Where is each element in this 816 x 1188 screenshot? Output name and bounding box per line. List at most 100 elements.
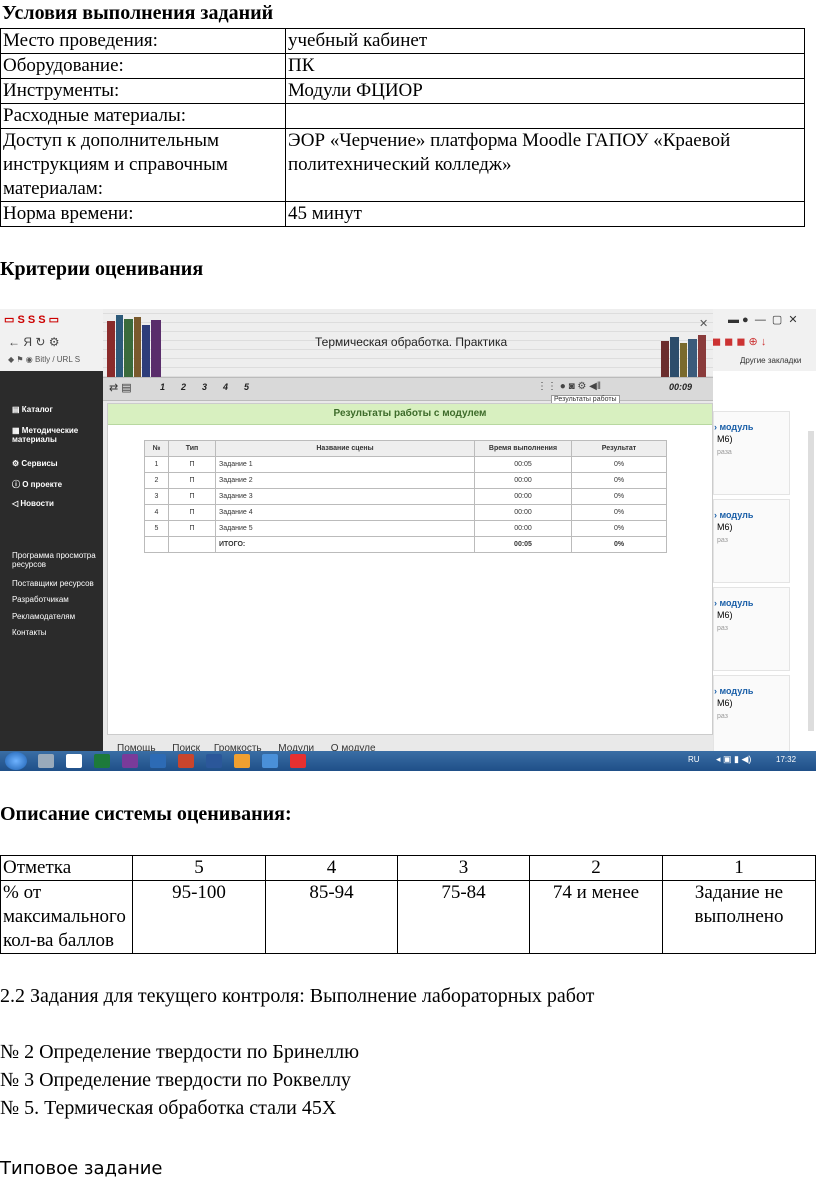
nav-buttons[interactable]: ← Я ↻ ⚙ [8, 335, 59, 349]
menu-label: Новости [20, 499, 54, 508]
cell: 00:00 [474, 520, 572, 537]
menu-catalog[interactable]: ▤ Каталог [12, 405, 53, 414]
cell: 4 [144, 504, 169, 521]
app-icon[interactable] [290, 754, 306, 768]
cell: 5 [144, 520, 169, 537]
other-bookmarks[interactable]: Другие закладки [740, 356, 801, 365]
cell: Задание 2 [215, 472, 475, 489]
tray-lang[interactable]: RU [688, 755, 700, 764]
card-title: › модуль [714, 510, 754, 520]
cell: ПК [285, 53, 805, 79]
scene-tab-4[interactable]: 4 [223, 382, 228, 392]
cell: 00:00 [474, 488, 572, 505]
link-contacts[interactable]: Контакты [12, 628, 47, 637]
cell: 45 минут [285, 201, 805, 227]
menu-label: Каталог [21, 405, 53, 414]
card-title: › модуль [714, 422, 754, 432]
cell: 0% [571, 488, 667, 505]
col-header: Название сцены [215, 440, 475, 457]
module-dialog: Термическая обработка. Практика ✕ ⇄ ▤ 1 … [103, 309, 713, 754]
cell: 00:00 [474, 504, 572, 521]
card-sub: М6) [717, 610, 733, 620]
cell: Расходные материалы: [0, 103, 286, 129]
cell [144, 536, 169, 553]
cell: Место проведения: [0, 28, 286, 54]
powerpoint-icon[interactable] [178, 754, 194, 768]
cell: Инструменты: [0, 78, 286, 104]
card-title: › модуль [714, 686, 754, 696]
conditions-table: Место проведения: учебный кабинет Оборудо… [0, 28, 805, 227]
link-viewer[interactable]: Программа просмотра ресурсов [12, 551, 100, 569]
table-row: 3 П Задание 3 00:00 0% [144, 488, 667, 505]
toolbar-right-icons[interactable]: ◼ ◼ ◼ ⊕ ↓ [712, 335, 766, 348]
cell: Задание 5 [215, 520, 475, 537]
module-screenshot: ▭ S S S ▭ ← Я ↻ ⚙ ◆ ⚑ ◉ Bitly / URL S ▬ … [0, 309, 816, 771]
module-toolbar: ⇄ ▤ 1 2 3 4 5 ⋮⋮ ● ◙ ⚙ ◀ǁ 00:09 [103, 377, 713, 401]
cell: 5 [132, 855, 266, 881]
col-header: Тип [168, 440, 216, 457]
tray-icons[interactable]: ◂ ▣ ▮ ◀) [716, 754, 751, 765]
scrollbar[interactable] [808, 431, 814, 731]
lab-item: № 5. Термическая обработка стали 45Х [0, 1097, 337, 1119]
cell: П [168, 504, 216, 521]
module-card[interactable]: › модуль М6) раза [713, 411, 790, 495]
cell: 00:05 [474, 456, 572, 473]
excel-icon[interactable] [94, 754, 110, 768]
table-row: 4 П Задание 4 00:00 0% [144, 504, 667, 521]
word-icon[interactable] [206, 754, 222, 768]
menu-services[interactable]: ⚙ Сервисы [12, 459, 58, 468]
cell: Задание 3 [215, 488, 475, 505]
cell: 0% [571, 504, 667, 521]
table-row: 1 П Задание 1 00:05 0% [144, 456, 667, 473]
total-row: ИТОГО: 00:05 0% [144, 536, 667, 553]
yandex-icon[interactable] [66, 754, 82, 768]
cell: 00:05 [474, 536, 572, 553]
col-header: Время выполнения [474, 440, 572, 457]
menu-news[interactable]: ◁ Новости [12, 499, 54, 508]
scene-tab-2[interactable]: 2 [181, 382, 186, 392]
cell: П [168, 488, 216, 505]
onenote-icon[interactable] [122, 754, 138, 768]
refresh-icon[interactable]: ⇄ ▤ [109, 381, 132, 394]
scene-tab-5[interactable]: 5 [244, 382, 249, 392]
module-card[interactable]: › модуль М6) раз [713, 499, 790, 583]
menu-about[interactable]: ⓘ О проекте [12, 479, 62, 490]
cell: П [168, 520, 216, 537]
cell: 95-100 [132, 880, 266, 954]
left-sidebar: ▤ Каталог ▦ Методические материалы ⚙ Сер… [0, 371, 103, 751]
card-sub: М6) [717, 434, 733, 444]
tab-icons: ▭ S S S ▭ [4, 314, 60, 326]
card-note: раз [717, 625, 728, 632]
card-note: раз [717, 537, 728, 544]
bookmark-bar-left: ◆ ⚑ ◉ Bitly / URL S [8, 355, 81, 364]
cell: 0% [571, 456, 667, 473]
scene-tab-3[interactable]: 3 [202, 382, 207, 392]
cell: 3 [397, 855, 530, 881]
link-providers[interactable]: Поставщики ресурсов [12, 579, 94, 588]
cell: 00:00 [474, 472, 572, 489]
app-icon[interactable] [262, 754, 278, 768]
cell: 0% [571, 536, 667, 553]
link-developers[interactable]: Разработчикам [12, 595, 69, 604]
module-card[interactable]: › модуль М6) раз [713, 587, 790, 671]
right-column: › модуль М6) раза › модуль М6) раз › мод… [713, 371, 816, 759]
module-card[interactable]: › модуль М6) раз [713, 675, 790, 759]
start-button[interactable] [5, 752, 27, 770]
outlook-icon[interactable] [150, 754, 166, 768]
menu-methodical[interactable]: ▦ Методические материалы [12, 426, 97, 444]
link-advertisers[interactable]: Рекламодателям [12, 612, 75, 621]
task-line: 2.2 Задания для текущего контроля: Выпол… [0, 985, 595, 1007]
explorer-icon[interactable] [38, 754, 54, 768]
scene-tab-1[interactable]: 1 [160, 382, 165, 392]
cell: ЭОР «Черчение» платформа Moodle ГАПОУ «К… [285, 128, 805, 202]
cell: 4 [265, 855, 398, 881]
menu-label: Сервисы [21, 459, 58, 468]
toolbar-icons[interactable]: ⋮⋮ ● ◙ ⚙ ◀ǁ [537, 381, 601, 392]
cell: 0% [571, 472, 667, 489]
app-icon[interactable] [234, 754, 250, 768]
menu-label: О проекте [22, 480, 63, 489]
table-row: 5 П Задание 5 00:00 0% [144, 520, 667, 537]
close-icon[interactable]: ✕ [699, 317, 708, 330]
window-controls[interactable]: ▬ ● — ▢ ✕ [728, 313, 798, 326]
window-title: Термическая обработка. Практика [315, 335, 508, 349]
